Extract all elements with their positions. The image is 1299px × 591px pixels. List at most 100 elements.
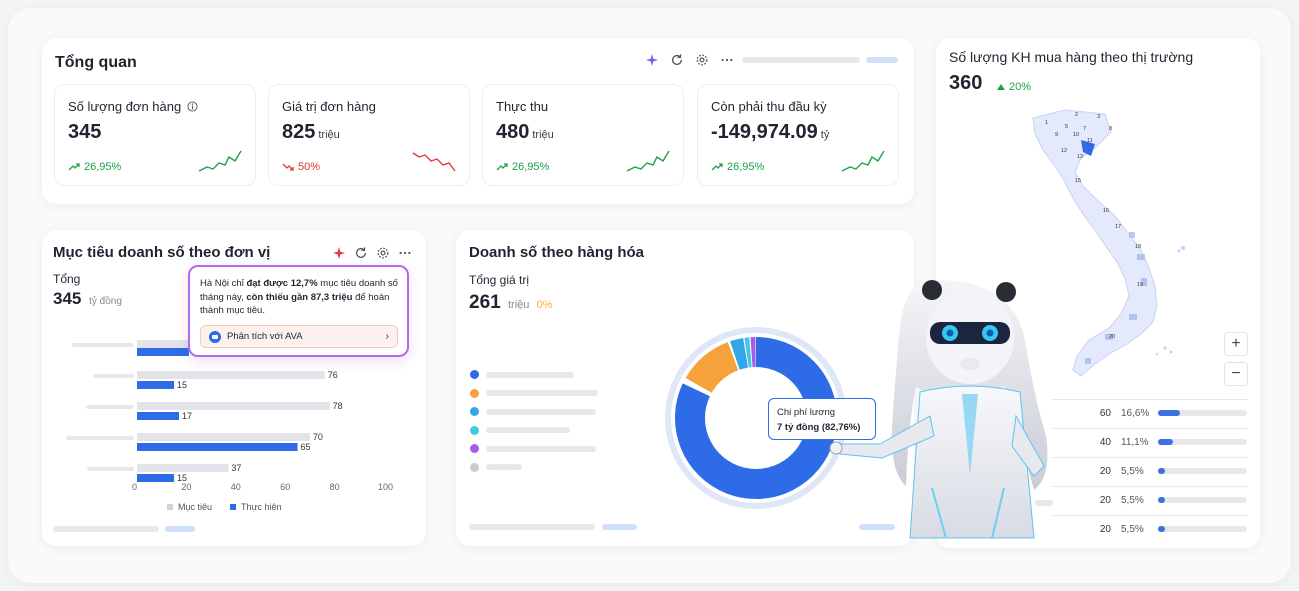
x-axis-tick: 100 <box>378 482 393 492</box>
legend-label-placeholder <box>486 445 596 452</box>
kpi-sparkline <box>841 150 885 172</box>
settings-gear-icon[interactable] <box>694 52 710 68</box>
kpi-value-number: 480 <box>496 121 530 143</box>
bar-target[interactable] <box>137 402 330 410</box>
x-axis-tick: 20 <box>181 482 191 492</box>
map-province-label: 11 <box>1087 138 1093 144</box>
analyze-with-ava-button[interactable]: Phân tích với AVA › <box>200 325 398 348</box>
map-province-label: 12 <box>1061 148 1067 154</box>
legend-actual: Thực hiện <box>230 502 282 512</box>
tooltip-achieved: đạt được 12,7% <box>246 278 318 289</box>
map-zoom-out-button[interactable]: − <box>1224 362 1248 386</box>
tooltip-prefix: Hà Nội chỉ <box>200 278 244 289</box>
market-row-progress <box>1158 410 1247 416</box>
legend-actual-label: Thực hiện <box>241 502 282 512</box>
bar-actual[interactable] <box>137 474 175 482</box>
market-row-progress <box>1158 497 1247 503</box>
category-label-placeholder <box>87 467 134 471</box>
ava-robot-panda-mascot <box>829 280 1048 539</box>
map-province-label: 8 <box>1109 126 1112 132</box>
market-row-count: 40 <box>1099 437 1111 448</box>
legend-dot <box>470 444 479 453</box>
refresh-icon[interactable] <box>669 52 685 68</box>
market-row-percent: 16,6% <box>1121 408 1150 419</box>
map-province-label: 20 <box>1109 334 1115 340</box>
triangle-up-icon <box>997 84 1005 90</box>
x-axis-tick: 0 <box>132 482 137 492</box>
bar-target[interactable] <box>137 371 325 379</box>
market-row-count: 60 <box>1099 408 1111 419</box>
map-province-label: 16 <box>1103 208 1109 214</box>
legend-label-placeholder <box>486 390 598 396</box>
kpi-trend: 26,95% <box>711 161 764 173</box>
kpi-sparkline <box>626 150 670 172</box>
legend-label-placeholder <box>486 464 522 470</box>
market-change: 20% <box>997 81 1031 93</box>
market-row-progress-fill <box>1158 497 1166 503</box>
map-province-label: 10 <box>1073 132 1079 138</box>
bar-actual-label: 17 <box>182 411 192 421</box>
bar-actual-label: 65 <box>301 442 311 452</box>
placeholder-bar <box>866 57 898 63</box>
market-value: 360 <box>949 72 983 94</box>
sales-by-goods-title: Doanh số theo hàng hóa <box>469 244 644 261</box>
map-province-label: 7 <box>1083 126 1086 132</box>
legend-target-swatch <box>167 504 173 510</box>
kpi-trend-value: 26,95% <box>512 161 550 173</box>
bar-target[interactable] <box>137 433 310 441</box>
map-province-label: 2 <box>1075 112 1078 118</box>
legend-label-placeholder <box>486 408 596 415</box>
kpi-label-text: Còn phải thu đầu kỳ <box>711 99 827 114</box>
category-label-placeholder <box>93 374 134 378</box>
legend-dot <box>470 425 479 435</box>
ava-button-label: Phân tích với AVA <box>227 331 303 342</box>
kpi-value: -149,974.09 tỷ <box>711 121 829 144</box>
bar-target[interactable] <box>137 464 229 472</box>
market-row-count: 20 <box>1099 524 1111 535</box>
kpi-value-number: -149,974.09 <box>711 121 818 143</box>
market-change-value: 20% <box>1009 81 1032 93</box>
map-zoom-in-button[interactable]: + <box>1224 332 1248 356</box>
category-label-placeholder <box>86 405 134 409</box>
goods-total-change: 0% <box>536 299 553 311</box>
kpi-label: Thực thu <box>496 99 548 114</box>
market-row-count: 20 <box>1099 466 1111 477</box>
bar-target-label: 37 <box>231 463 241 473</box>
placeholder-bar <box>602 524 637 530</box>
legend-label-placeholder <box>486 427 570 433</box>
category-label-placeholder <box>72 343 134 347</box>
ai-insight-text: Hà Nội chỉ đạt được 12,7% mục tiêu doanh… <box>200 277 400 318</box>
placeholder-bar <box>469 524 595 530</box>
sales-target-bar-chart: 76157817706537150 20 40 60 80 100 <box>66 340 393 492</box>
bar-target-label: 78 <box>333 401 343 411</box>
bar-actual[interactable] <box>137 381 175 389</box>
legend-label-placeholder <box>486 371 574 378</box>
market-row-progress <box>1158 526 1247 532</box>
kpi-card[interactable]: Còn phải thu đầu kỳ -149,974.09 tỷ 26,95% <box>697 84 899 186</box>
kpi-unit: triệu <box>532 129 554 141</box>
market-row-percent: 5,5% <box>1121 495 1144 506</box>
bar-actual[interactable] <box>137 348 189 356</box>
x-axis-tick: 60 <box>280 482 290 492</box>
market-row-progress <box>1158 468 1247 474</box>
kpi-card[interactable]: Thực thu 480 triệu 26,95% <box>482 84 684 186</box>
kpi-label: Còn phải thu đầu kỳ <box>711 99 827 114</box>
market-row-count: 20 <box>1099 495 1111 506</box>
tooltip-missing: còn thiếu gần 87,3 triệu <box>246 291 353 303</box>
legend-dot <box>470 388 479 398</box>
goods-total-label: Tổng giá trị <box>469 273 530 287</box>
kpi-trend-value: 26,95% <box>727 161 765 173</box>
ai-sparkle-icon[interactable] <box>644 52 660 68</box>
more-options-icon[interactable] <box>719 52 735 68</box>
map-province-label: 15 <box>1075 178 1081 184</box>
goods-total: 261 triệu 0% <box>469 292 553 314</box>
bar-actual[interactable] <box>137 443 298 451</box>
market-row-progress-fill <box>1158 468 1166 474</box>
kpi-unit: tỷ <box>820 129 830 141</box>
x-axis-tick: 40 <box>231 482 241 492</box>
bar-actual[interactable] <box>137 412 179 420</box>
placeholder-bar <box>53 526 159 532</box>
market-row-percent: 5,5% <box>1121 466 1144 477</box>
market-title: Số lượng KH mua hàng theo thị trường <box>949 49 1194 65</box>
map-province-label: 19 <box>1137 282 1143 288</box>
